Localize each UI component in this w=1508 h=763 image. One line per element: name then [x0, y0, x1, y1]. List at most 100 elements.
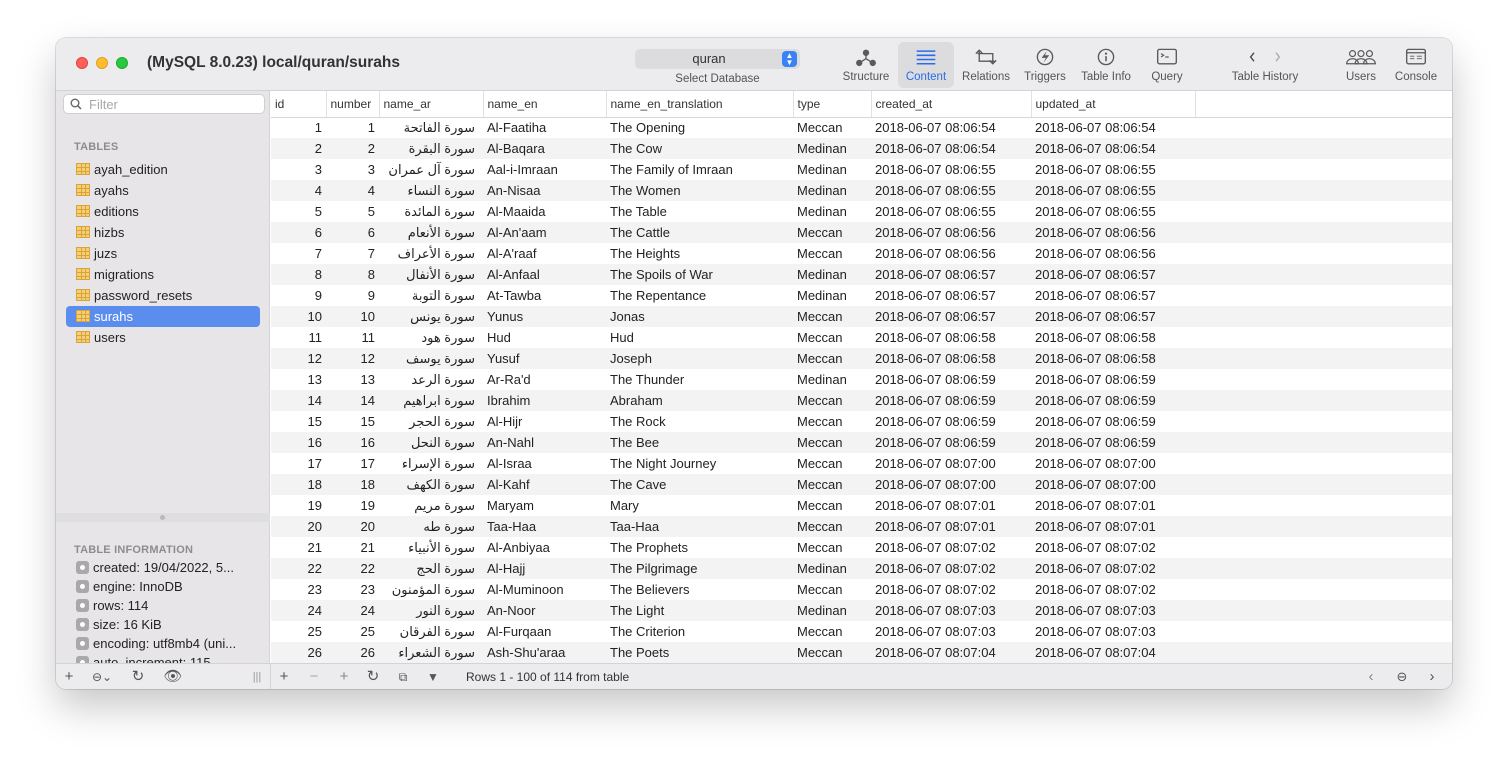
- console-button[interactable]: Console: [1390, 42, 1442, 88]
- table-cell-name_ar[interactable]: سورة آل عمران: [379, 159, 483, 180]
- table-item-editions[interactable]: editions: [66, 201, 260, 222]
- page-options-icon[interactable]: ⊖: [1393, 668, 1411, 686]
- table-cell-updated_at[interactable]: 2018-06-07 08:07:02: [1031, 558, 1195, 579]
- query-button[interactable]: Query: [1139, 42, 1195, 88]
- next-page-icon[interactable]: ›: [1425, 668, 1439, 686]
- content-button[interactable]: Content: [898, 42, 954, 88]
- zoom-window-button[interactable]: [116, 57, 128, 69]
- table-row[interactable]: 12 12 سورة يوسف Yusuf Joseph Meccan 2018-06-07…: [271, 348, 1452, 369]
- column-header-updated_at[interactable]: updated_at: [1031, 91, 1196, 118]
- table-cell-name_ar[interactable]: سورة الحج: [379, 558, 483, 579]
- table-cell-updated_at[interactable]: 2018-06-07 08:06:58: [1031, 327, 1195, 348]
- table-cell-updated_at[interactable]: 2018-06-07 08:06:59: [1031, 411, 1195, 432]
- table-cell-id[interactable]: 10: [271, 306, 326, 327]
- export-icon[interactable]: ⧉: [395, 668, 411, 686]
- table-row[interactable]: 16 16 سورة النحل An-Nahl The Bee Meccan 2018-0…: [271, 432, 1452, 453]
- table-item-hizbs[interactable]: hizbs: [66, 222, 260, 243]
- table-cell-name_en_translation[interactable]: Jonas: [606, 306, 793, 327]
- table-cell-type[interactable]: Medinan: [793, 138, 871, 159]
- table-row[interactable]: 26 26 سورة الشعراء Ash-Shu'araa The Poets Mec…: [271, 642, 1452, 663]
- table-row[interactable]: 21 21 سورة الأنبياء Al-Anbiyaa The Prophets M…: [271, 537, 1452, 558]
- table-cell-name_en[interactable]: Al-Faatiha: [483, 117, 606, 138]
- table-cell-name_ar[interactable]: سورة الحجر: [379, 411, 483, 432]
- column-header-type[interactable]: type: [793, 91, 872, 118]
- table-cell-created_at[interactable]: 2018-06-07 08:06:56: [871, 222, 1031, 243]
- table-cell-created_at[interactable]: 2018-06-07 08:07:04: [871, 642, 1031, 663]
- table-cell-id[interactable]: 26: [271, 642, 326, 663]
- table-cell-name_en_translation[interactable]: The Table: [606, 201, 793, 222]
- table-cell-created_at[interactable]: 2018-06-07 08:06:55: [871, 180, 1031, 201]
- table-cell-number[interactable]: 24: [326, 600, 379, 621]
- table-cell-updated_at[interactable]: 2018-06-07 08:07:01: [1031, 495, 1195, 516]
- table-cell-name_en_translation[interactable]: The Heights: [606, 243, 793, 264]
- table-cell-updated_at[interactable]: 2018-06-07 08:06:59: [1031, 369, 1195, 390]
- table-cell-name_en[interactable]: Al-Anfaal: [483, 264, 606, 285]
- table-cell-name_en_translation[interactable]: The Pilgrimage: [606, 558, 793, 579]
- relations-button[interactable]: Relations: [957, 42, 1015, 88]
- table-cell-number[interactable]: 17: [326, 453, 379, 474]
- table-cell-number[interactable]: 13: [326, 369, 379, 390]
- table-cell-name_en[interactable]: Al-Israa: [483, 453, 606, 474]
- table-cell-number[interactable]: 15: [326, 411, 379, 432]
- column-header-number[interactable]: number: [326, 91, 380, 118]
- table-cell-created_at[interactable]: 2018-06-07 08:06:57: [871, 285, 1031, 306]
- close-window-button[interactable]: [76, 57, 88, 69]
- table-row[interactable]: 23 23 سورة المؤمنون Al-Muminoon The Believer…: [271, 579, 1452, 600]
- table-cell-name_ar[interactable]: سورة المؤمنون: [379, 579, 483, 600]
- table-cell-id[interactable]: 15: [271, 411, 326, 432]
- table-cell-name_en[interactable]: Al-Anbiyaa: [483, 537, 606, 558]
- table-row[interactable]: 3 3 سورة آل عمران Aal-i-Imraan The Family of…: [271, 159, 1452, 180]
- minimize-window-button[interactable]: [96, 57, 108, 69]
- more-options-icon[interactable]: ⊖⌄: [88, 668, 116, 686]
- table-cell-name_en[interactable]: Ibrahim: [483, 390, 606, 411]
- table-cell-name_en_translation[interactable]: The Repentance: [606, 285, 793, 306]
- table-item-migrations[interactable]: migrations: [66, 264, 260, 285]
- filter-icon[interactable]: ▼: [425, 668, 441, 686]
- table-cell-type[interactable]: Meccan: [793, 537, 871, 558]
- table-cell-created_at[interactable]: 2018-06-07 08:06:59: [871, 369, 1031, 390]
- table-cell-id[interactable]: 11: [271, 327, 326, 348]
- table-cell-number[interactable]: 9: [326, 285, 379, 306]
- table-cell-type[interactable]: Meccan: [793, 474, 871, 495]
- table-cell-name_ar[interactable]: سورة الفرقان: [379, 621, 483, 642]
- table-cell-name_en_translation[interactable]: Joseph: [606, 348, 793, 369]
- table-cell-created_at[interactable]: 2018-06-07 08:06:59: [871, 411, 1031, 432]
- table-cell-number[interactable]: 4: [326, 180, 379, 201]
- table-info-button[interactable]: Table Info: [1076, 42, 1136, 88]
- table-cell-number[interactable]: 23: [326, 579, 379, 600]
- table-cell-name_en_translation[interactable]: The Bee: [606, 432, 793, 453]
- table-cell-name_en_translation[interactable]: The Believers: [606, 579, 793, 600]
- table-cell-created_at[interactable]: 2018-06-07 08:07:01: [871, 516, 1031, 537]
- table-cell-updated_at[interactable]: 2018-06-07 08:06:57: [1031, 264, 1195, 285]
- table-item-ayah_edition[interactable]: ayah_edition: [66, 159, 260, 180]
- column-header-name_ar[interactable]: name_ar: [379, 91, 484, 118]
- table-cell-name_en_translation[interactable]: The Cattle: [606, 222, 793, 243]
- table-cell-type[interactable]: Meccan: [793, 621, 871, 642]
- table-cell-created_at[interactable]: 2018-06-07 08:06:55: [871, 159, 1031, 180]
- table-cell-name_ar[interactable]: سورة المائدة: [379, 201, 483, 222]
- table-cell-type[interactable]: Medinan: [793, 369, 871, 390]
- table-row[interactable]: 20 20 سورة طه Taa-Haa Taa-Haa Meccan 2018-06-0…: [271, 516, 1452, 537]
- table-cell-updated_at[interactable]: 2018-06-07 08:07:02: [1031, 579, 1195, 600]
- table-cell-type[interactable]: Meccan: [793, 453, 871, 474]
- table-row[interactable]: 5 5 سورة المائدة Al-Maaida The Table Medinan 2…: [271, 201, 1452, 222]
- column-header-name_en_translation[interactable]: name_en_translation: [606, 91, 794, 118]
- table-cell-name_en_translation[interactable]: The Cow: [606, 138, 793, 159]
- duplicate-row-icon[interactable]: +: [337, 668, 351, 686]
- table-cell-type[interactable]: Meccan: [793, 411, 871, 432]
- table-cell-created_at[interactable]: 2018-06-07 08:06:57: [871, 306, 1031, 327]
- table-cell-updated_at[interactable]: 2018-06-07 08:07:00: [1031, 453, 1195, 474]
- table-cell-updated_at[interactable]: 2018-06-07 08:06:57: [1031, 285, 1195, 306]
- table-cell-type[interactable]: Meccan: [793, 579, 871, 600]
- table-cell-type[interactable]: Medinan: [793, 180, 871, 201]
- table-cell-name_ar[interactable]: سورة الإسراء: [379, 453, 483, 474]
- table-cell-type[interactable]: Meccan: [793, 222, 871, 243]
- table-cell-number[interactable]: 12: [326, 348, 379, 369]
- table-cell-name_en[interactable]: Al-Kahf: [483, 474, 606, 495]
- table-cell-type[interactable]: Meccan: [793, 117, 871, 138]
- table-cell-name_en_translation[interactable]: The Rock: [606, 411, 793, 432]
- resize-handle-icon[interactable]: |||: [252, 668, 262, 686]
- table-cell-created_at[interactable]: 2018-06-07 08:07:00: [871, 474, 1031, 495]
- table-cell-created_at[interactable]: 2018-06-07 08:07:00: [871, 453, 1031, 474]
- table-cell-updated_at[interactable]: 2018-06-07 08:06:54: [1031, 117, 1195, 138]
